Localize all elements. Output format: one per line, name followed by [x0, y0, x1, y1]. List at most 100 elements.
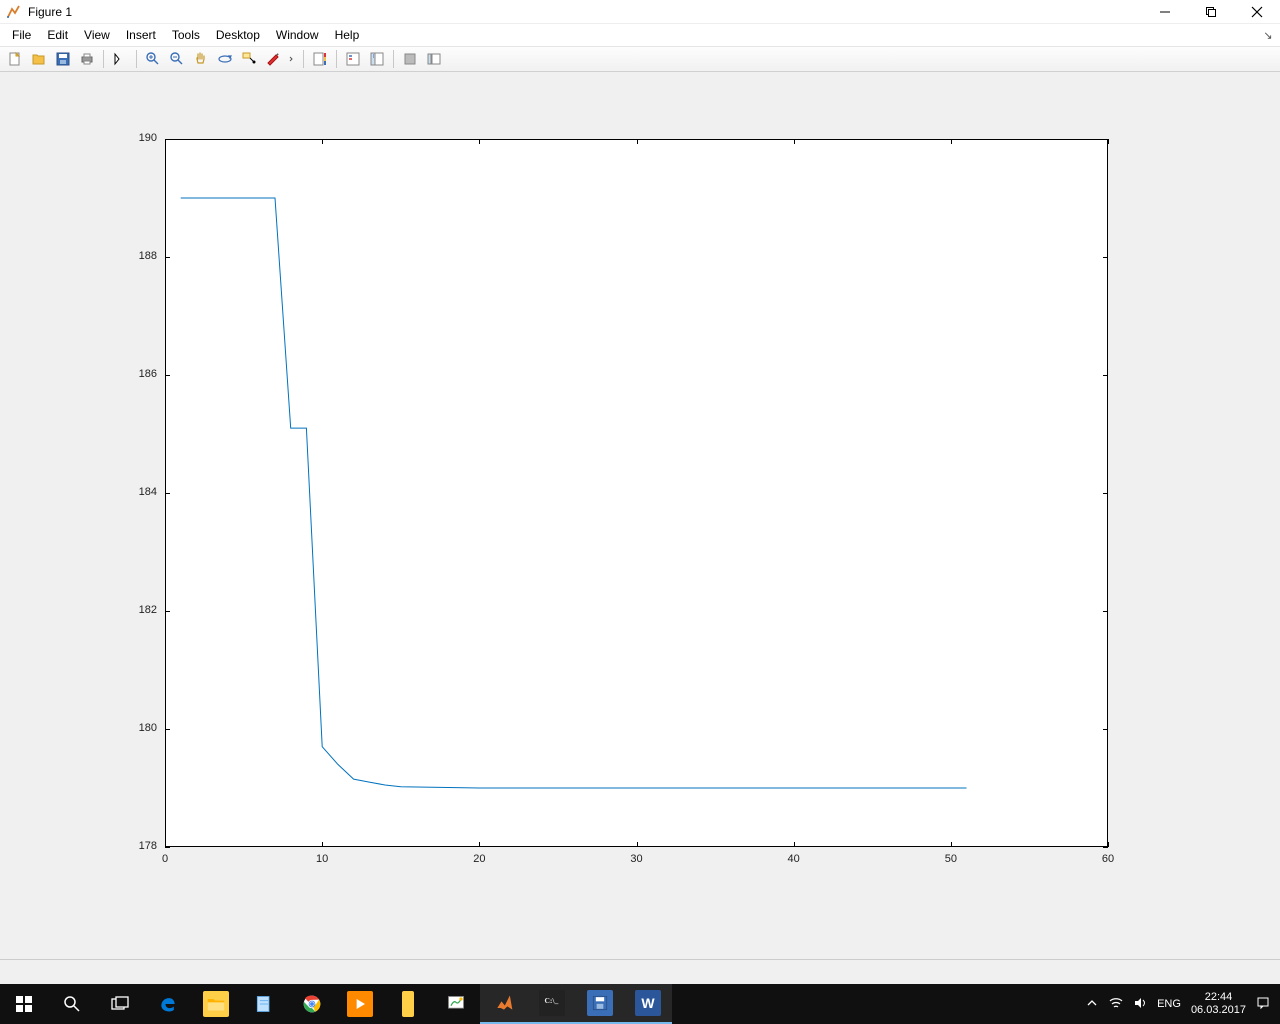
- toolbar-separator: [393, 50, 394, 68]
- tray-time: 22:44: [1191, 991, 1246, 1004]
- toolbar: [0, 46, 1280, 72]
- toolbar-separator: [136, 50, 137, 68]
- x-tick: [637, 842, 638, 847]
- print-button[interactable]: [76, 48, 98, 70]
- save-button[interactable]: [52, 48, 74, 70]
- y-tick: [165, 257, 170, 258]
- menu-view[interactable]: View: [76, 26, 118, 44]
- edit-plot-button[interactable]: [109, 48, 131, 70]
- new-figure-button[interactable]: [4, 48, 26, 70]
- close-button[interactable]: [1234, 0, 1280, 24]
- maximize-button[interactable]: [1188, 0, 1234, 24]
- x-tick: [951, 842, 952, 847]
- y-tick-label: 178: [139, 840, 157, 852]
- y-tick: [1103, 729, 1108, 730]
- matlab-figure-icon: [6, 4, 22, 20]
- hide-plot-tools-button[interactable]: [366, 48, 388, 70]
- x-tick: [322, 842, 323, 847]
- tray-volume-icon[interactable]: [1133, 996, 1147, 1013]
- y-tick: [1103, 375, 1108, 376]
- x-tick: [1108, 842, 1109, 847]
- taskbar-app-edge[interactable]: [144, 984, 192, 1024]
- y-tick: [1103, 493, 1108, 494]
- tray-date: 06.03.2017: [1191, 1004, 1246, 1017]
- tray-clock[interactable]: 22:44 06.03.2017: [1191, 991, 1246, 1017]
- menu-edit[interactable]: Edit: [39, 26, 76, 44]
- tray-wifi-icon[interactable]: [1109, 996, 1123, 1013]
- x-tick-label: 40: [784, 853, 804, 865]
- x-tick-label: 50: [941, 853, 961, 865]
- y-tick: [1103, 257, 1108, 258]
- taskbar: C:\_ W ENG 22:44 06.03.2017: [0, 984, 1280, 1024]
- y-tick: [165, 375, 170, 376]
- menu-insert[interactable]: Insert: [118, 26, 164, 44]
- menu-file[interactable]: File: [4, 26, 39, 44]
- toolbar-separator: [103, 50, 104, 68]
- x-tick: [637, 139, 638, 144]
- search-button[interactable]: [48, 984, 96, 1024]
- y-tick: [165, 729, 170, 730]
- taskbar-app-chrome[interactable]: [288, 984, 336, 1024]
- window-title: Figure 1: [28, 5, 72, 19]
- x-tick-label: 60: [1098, 853, 1118, 865]
- menu-tools[interactable]: Tools: [164, 26, 208, 44]
- taskbar-app-word[interactable]: W: [624, 984, 672, 1024]
- data-line: [181, 198, 967, 788]
- y-tick: [165, 139, 170, 140]
- menu-window[interactable]: Window: [268, 26, 327, 44]
- taskbar-app-explorer[interactable]: [192, 984, 240, 1024]
- svg-text:C:\_: C:\_: [545, 996, 559, 1005]
- start-button[interactable]: [0, 984, 48, 1024]
- insert-legend-button[interactable]: [342, 48, 364, 70]
- x-tick: [794, 842, 795, 847]
- taskbar-app-media[interactable]: [336, 984, 384, 1024]
- x-tick: [794, 139, 795, 144]
- link-plot-button[interactable]: [286, 48, 298, 70]
- menubar: File Edit View Insert Tools Desktop Wind…: [0, 24, 1280, 46]
- dock-controls-icon[interactable]: ↘: [1260, 29, 1276, 42]
- pan-button[interactable]: [190, 48, 212, 70]
- tray-notifications-icon[interactable]: [1256, 996, 1270, 1013]
- taskbar-app-cmd[interactable]: C:\_: [528, 984, 576, 1024]
- open-button[interactable]: [28, 48, 50, 70]
- system-tray[interactable]: ENG 22:44 06.03.2017: [1075, 991, 1280, 1017]
- x-tick-label: 0: [155, 853, 175, 865]
- y-tick-label: 188: [139, 250, 157, 262]
- taskbar-app-save-dialog[interactable]: [576, 984, 624, 1024]
- insert-colorbar-button[interactable]: [309, 48, 331, 70]
- show-plot-tools-on-button[interactable]: [423, 48, 445, 70]
- menu-desktop[interactable]: Desktop: [208, 26, 268, 44]
- taskbar-app-generic[interactable]: [384, 984, 432, 1024]
- y-tick-label: 186: [139, 368, 157, 380]
- toolbar-separator: [336, 50, 337, 68]
- task-view-button[interactable]: [96, 984, 144, 1024]
- zoom-in-button[interactable]: [142, 48, 164, 70]
- zoom-out-button[interactable]: [166, 48, 188, 70]
- x-tick: [1108, 139, 1109, 144]
- tray-chevron-up-icon[interactable]: [1085, 996, 1099, 1013]
- taskbar-app-notepad[interactable]: [240, 984, 288, 1024]
- x-tick: [479, 842, 480, 847]
- titlebar: Figure 1: [0, 0, 1280, 24]
- x-tick: [951, 139, 952, 144]
- taskbar-app-paint[interactable]: [432, 984, 480, 1024]
- x-tick-label: 30: [627, 853, 647, 865]
- figure-window: Figure 1 File Edit View Insert Tools Des…: [0, 0, 1280, 960]
- minimize-button[interactable]: [1142, 0, 1188, 24]
- rotate-3d-button[interactable]: [214, 48, 236, 70]
- menu-help[interactable]: Help: [327, 26, 368, 44]
- x-tick-label: 10: [312, 853, 332, 865]
- data-cursor-button[interactable]: [238, 48, 260, 70]
- show-plot-tools-off-button[interactable]: [399, 48, 421, 70]
- x-tick-label: 20: [469, 853, 489, 865]
- brush-button[interactable]: [262, 48, 284, 70]
- plot-area: 0102030405060178180182184186188190: [0, 72, 1280, 959]
- y-tick: [165, 847, 170, 848]
- y-tick: [1103, 139, 1108, 140]
- y-tick: [165, 611, 170, 612]
- y-tick: [1103, 847, 1108, 848]
- y-tick-label: 182: [139, 604, 157, 616]
- taskbar-app-matlab[interactable]: [480, 984, 528, 1024]
- tray-language[interactable]: ENG: [1157, 998, 1181, 1010]
- x-tick: [479, 139, 480, 144]
